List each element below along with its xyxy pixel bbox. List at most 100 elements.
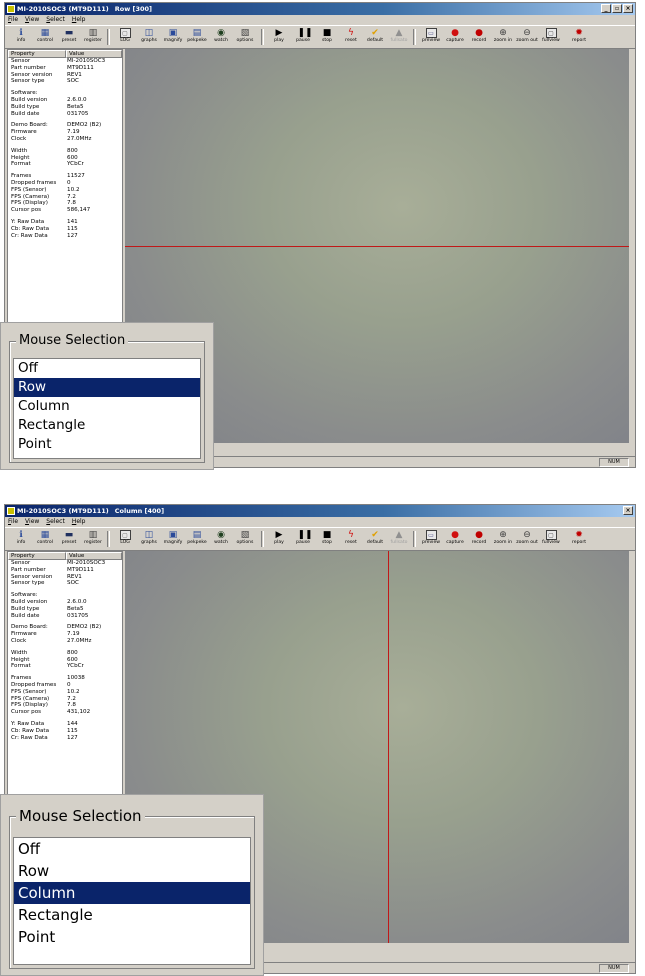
mouse-selection-option-point[interactable]: Point [14, 926, 250, 948]
property-value: 2.6.0.0 [67, 598, 87, 605]
toolbar-button-graphs[interactable]: ◫ graphs [137, 27, 161, 47]
toolbar-button-record[interactable]: ● record [467, 27, 491, 47]
toolbar-button-stop[interactable]: ■ stop [315, 529, 339, 549]
property-row: Demo Board: DEMO2 (B2) [8, 122, 122, 129]
toolbar-button-capture[interactable]: ● capture [443, 529, 467, 549]
column-header-value[interactable]: Value [66, 552, 122, 560]
menu-view[interactable]: View [25, 517, 39, 527]
menu-select[interactable]: Select [46, 517, 65, 527]
toolbar-button-info[interactable]: ℹ info [9, 27, 33, 47]
pixel-peek-icon: ▤ [192, 28, 202, 38]
mouse-selection-option-row[interactable]: Row [14, 378, 200, 397]
toolbar-button-fullview[interactable]: ▢ fullview [539, 529, 563, 549]
menu-file[interactable]: File [8, 15, 18, 25]
toolbar-button-fullview[interactable]: ▢ fullview [539, 27, 563, 47]
mouse-selection-list[interactable]: Off Row Column Rectangle Point [13, 837, 251, 965]
toolbar-button-default[interactable]: ✔ default [363, 529, 387, 549]
menu-select[interactable]: Select [46, 15, 65, 25]
toolbar-button-zoom-in[interactable]: ⊕ zoom in [491, 529, 515, 549]
toolbar-button-capture[interactable]: ● capture [443, 27, 467, 47]
toolbar-button-watch[interactable]: ◉ watch [209, 529, 233, 549]
toolbar-button-preset[interactable]: ▬ preset [57, 27, 81, 47]
toolbar-button-play[interactable]: ▶ play [267, 529, 291, 549]
menu-file[interactable]: File [8, 517, 18, 527]
property-row: Sensor type SOC [8, 580, 122, 587]
toolbar-button-control[interactable]: ▦ control [33, 529, 57, 549]
toolbar-button-graphs[interactable]: ◫ graphs [137, 529, 161, 549]
close-icon[interactable]: × [623, 506, 633, 515]
property-value: 800 [67, 649, 78, 656]
toolbar-button-preview[interactable]: ▭ preview [419, 529, 443, 549]
mouse-selection-option-rectangle[interactable]: Rectangle [14, 904, 250, 926]
toolbar-button-watch[interactable]: ◉ watch [209, 27, 233, 47]
mouse-selection-option-row[interactable]: Row [14, 860, 250, 882]
register-icon: ▥ [88, 530, 98, 540]
mouse-selection-option-off[interactable]: Off [14, 838, 250, 860]
toolbar-button-record[interactable]: ● record [467, 529, 491, 549]
toolbar-button-fullsato[interactable]: ▲ fullsato [387, 529, 411, 549]
toolbar-button-pause[interactable]: ❚❚ pause [291, 27, 315, 47]
toolbar-button-report[interactable]: ✹ report [567, 27, 591, 47]
minimize-icon[interactable]: _ [601, 4, 611, 13]
toolbar-button-log[interactable]: ▢ LOG [113, 529, 137, 549]
toolbar-button-pekpeke[interactable]: ▤ pekpeke [185, 529, 209, 549]
column-header-property[interactable]: Property [8, 50, 66, 58]
mouse-selection-option-column[interactable]: Column [14, 882, 250, 904]
eye-icon: ◉ [217, 28, 225, 38]
properties-header: Property Value [8, 552, 122, 560]
toolbar-button-default[interactable]: ✔ default [363, 27, 387, 47]
window-title-app: MI-2010SOC3 (MT9D111) [17, 507, 109, 515]
toolbar-separator [107, 29, 110, 45]
toolbar-button-label: magnify [163, 540, 183, 545]
property-value: 10.2 [67, 186, 80, 193]
toolbar-button-control[interactable]: ▦ control [33, 27, 57, 47]
column-header-property[interactable]: Property [8, 552, 66, 560]
property-row: Sensor type SOC [8, 78, 122, 85]
toolbar-button-magnify[interactable]: ▣ magnify [161, 529, 185, 549]
toolbar-button-magnify[interactable]: ▣ magnify [161, 27, 185, 47]
property-value: 586,147 [67, 207, 91, 214]
toolbar-button-info[interactable]: ℹ info [9, 529, 33, 549]
property-value: MT9D111 [67, 64, 94, 71]
toolbar-button-stop[interactable]: ■ stop [315, 27, 339, 47]
toolbar-button-options[interactable]: ▧ options [233, 27, 257, 47]
close-icon[interactable]: × [623, 4, 633, 13]
toolbar-button-reset[interactable]: ϟ reset [339, 529, 363, 549]
mouse-selection-list[interactable]: Off Row Column Rectangle Point [13, 358, 201, 459]
toolbar-button-log[interactable]: ▢ LOG [113, 27, 137, 47]
toolbar-button-preview[interactable]: ▭ preview [419, 27, 443, 47]
toolbar-button-zoom-out[interactable]: ⊖ zoom out [515, 27, 539, 47]
menu-help[interactable]: Help [72, 517, 86, 527]
window-title: MI-2010SOC3 (MT9D111) Column [400] [17, 505, 164, 517]
toolbar-button-play[interactable]: ▶ play [267, 27, 291, 47]
toolbar-button-report[interactable]: ✹ report [567, 529, 591, 549]
toolbar-button-pekpeke[interactable]: ▤ pekpeke [185, 27, 209, 47]
property-value: 11527 [67, 173, 85, 180]
toolbar-button-pause[interactable]: ❚❚ pause [291, 529, 315, 549]
maximize-icon[interactable]: ▫ [612, 4, 622, 13]
toolbar-button-zoom-out[interactable]: ⊖ zoom out [515, 529, 539, 549]
toolbar-button-label: fullview [542, 540, 560, 545]
property-row: Sensor MI-2010SOC3 [8, 560, 122, 567]
toolbar-button-label: pekpeke [187, 540, 207, 545]
mouse-selection-option-column[interactable]: Column [14, 397, 200, 416]
toolbar-button-preset[interactable]: ▬ preset [57, 529, 81, 549]
mouse-selection-option-off[interactable]: Off [14, 359, 200, 378]
column-header-value[interactable]: Value [66, 50, 122, 58]
mouse-selection-option-rectangle[interactable]: Rectangle [14, 416, 200, 435]
menu-view[interactable]: View [25, 15, 39, 25]
mouse-selection-option-point[interactable]: Point [14, 435, 200, 454]
toolbar-button-label: capture [446, 540, 464, 545]
toolbar-button-zoom-in[interactable]: ⊕ zoom in [491, 27, 515, 47]
property-value: 27.0MHz [67, 135, 92, 142]
toolbar-button-label: info [16, 540, 26, 545]
menu-help[interactable]: Help [72, 15, 86, 25]
toolbar-button-fullsato[interactable]: ▲ fullsato [387, 27, 411, 47]
toolbar-button-register[interactable]: ▥ register [81, 27, 105, 47]
property-value: 10038 [67, 675, 85, 682]
toolbar-button-reset[interactable]: ϟ reset [339, 27, 363, 47]
zoom-in-icon: ⊕ [499, 28, 507, 38]
toolbar-button-label: zoom out [516, 540, 538, 545]
toolbar-button-options[interactable]: ▧ options [233, 529, 257, 549]
toolbar-button-register[interactable]: ▥ register [81, 529, 105, 549]
